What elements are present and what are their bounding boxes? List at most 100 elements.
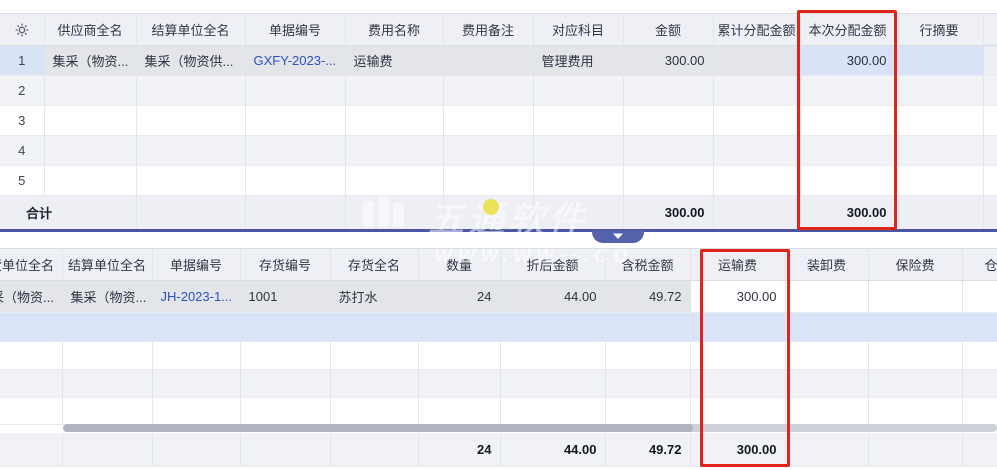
- col-header-doc-no[interactable]: 单据编号: [245, 14, 345, 46]
- cell-unit[interactable]: 采（物资...: [0, 281, 62, 313]
- empty-cell[interactable]: [152, 398, 240, 425]
- empty-cell[interactable]: [800, 166, 895, 196]
- empty-cell[interactable]: [0, 370, 62, 398]
- empty-cell[interactable]: [418, 370, 500, 398]
- empty-cell[interactable]: [418, 313, 500, 342]
- empty-cell[interactable]: [605, 313, 690, 342]
- empty-cell[interactable]: [345, 76, 443, 106]
- empty-cell[interactable]: [345, 106, 443, 136]
- cell-qty[interactable]: 24: [418, 281, 500, 313]
- row-number[interactable]: 5: [0, 166, 44, 196]
- cell-supplier[interactable]: 集采（物资...: [44, 46, 136, 76]
- empty-cell[interactable]: [136, 166, 245, 196]
- empty-cell[interactable]: [895, 166, 983, 196]
- cell-disc-amount[interactable]: 44.00: [500, 281, 605, 313]
- col-header-accum-alloc[interactable]: 累计分配金额: [713, 14, 800, 46]
- col-header-disc-amount[interactable]: 折后金额: [500, 249, 605, 281]
- cell-fee-name[interactable]: 运输费: [345, 46, 443, 76]
- empty-cell[interactable]: [623, 76, 713, 106]
- empty-cell[interactable]: [785, 342, 868, 370]
- empty-cell[interactable]: [785, 398, 868, 425]
- empty-cell[interactable]: [800, 136, 895, 166]
- col-header-subject[interactable]: 对应科目: [533, 14, 623, 46]
- empty-cell[interactable]: [713, 106, 800, 136]
- empty-cell[interactable]: [330, 398, 418, 425]
- empty-cell[interactable]: [895, 106, 983, 136]
- col-header-fee-note[interactable]: 费用备注: [443, 14, 533, 46]
- cell-loading[interactable]: [785, 281, 868, 313]
- empty-cell[interactable]: [800, 106, 895, 136]
- collapse-section-button[interactable]: [592, 230, 644, 243]
- empty-cell[interactable]: [895, 76, 983, 106]
- empty-cell[interactable]: [62, 370, 152, 398]
- col-header-warehouse[interactable]: 仓: [962, 249, 997, 281]
- col-header-qty[interactable]: 数量: [418, 249, 500, 281]
- empty-cell[interactable]: [44, 166, 136, 196]
- row-number[interactable]: 4: [0, 136, 44, 166]
- cell-fee-note[interactable]: [443, 46, 533, 76]
- doc-no-link[interactable]: JH-2023-1...: [152, 281, 240, 313]
- empty-cell[interactable]: [868, 342, 962, 370]
- col-header-loading[interactable]: 装卸费: [785, 249, 868, 281]
- empty-cell[interactable]: [713, 76, 800, 106]
- empty-cell[interactable]: [245, 76, 345, 106]
- cell-subject[interactable]: 管理费用: [533, 46, 623, 76]
- col-header-settle-unit[interactable]: 结算单位全名: [136, 14, 245, 46]
- empty-cell[interactable]: [533, 136, 623, 166]
- empty-cell[interactable]: [62, 398, 152, 425]
- empty-cell[interactable]: [240, 342, 330, 370]
- empty-cell[interactable]: [152, 370, 240, 398]
- empty-cell[interactable]: [330, 370, 418, 398]
- empty-cell[interactable]: [152, 342, 240, 370]
- empty-cell[interactable]: [245, 166, 345, 196]
- empty-cell[interactable]: [62, 313, 152, 342]
- empty-cell[interactable]: [533, 76, 623, 106]
- empty-cell[interactable]: [500, 313, 605, 342]
- empty-cell[interactable]: [533, 106, 623, 136]
- empty-cell[interactable]: [690, 342, 785, 370]
- empty-cell[interactable]: [500, 342, 605, 370]
- empty-cell[interactable]: [418, 398, 500, 425]
- empty-cell[interactable]: [245, 136, 345, 166]
- empty-cell[interactable]: [500, 398, 605, 425]
- empty-cell[interactable]: [136, 76, 245, 106]
- empty-cell[interactable]: [868, 398, 962, 425]
- empty-cell[interactable]: [623, 136, 713, 166]
- empty-cell[interactable]: [713, 136, 800, 166]
- empty-cell[interactable]: [152, 313, 240, 342]
- empty-cell[interactable]: [868, 370, 962, 398]
- empty-cell[interactable]: [345, 136, 443, 166]
- col-header-unit[interactable]: 货单位全名: [0, 249, 62, 281]
- col-header-doc-no[interactable]: 单据编号: [152, 249, 240, 281]
- empty-cell[interactable]: [0, 342, 62, 370]
- col-header-inv-code[interactable]: 存货编号: [240, 249, 330, 281]
- col-header-tax-amount[interactable]: 含税金额: [605, 249, 690, 281]
- empty-cell[interactable]: [605, 398, 690, 425]
- empty-cell[interactable]: [690, 398, 785, 425]
- empty-cell[interactable]: [623, 166, 713, 196]
- empty-cell[interactable]: [44, 136, 136, 166]
- empty-cell[interactable]: [240, 313, 330, 342]
- empty-cell[interactable]: [240, 370, 330, 398]
- empty-cell[interactable]: [500, 370, 605, 398]
- cell-accum-alloc[interactable]: [713, 46, 800, 76]
- cell-inv-code[interactable]: 1001: [240, 281, 330, 313]
- empty-cell[interactable]: [330, 342, 418, 370]
- empty-cell[interactable]: [443, 106, 533, 136]
- empty-cell[interactable]: [690, 313, 785, 342]
- empty-cell[interactable]: [330, 313, 418, 342]
- empty-cell[interactable]: [62, 342, 152, 370]
- col-header-fee-name[interactable]: 费用名称: [345, 14, 443, 46]
- empty-cell[interactable]: [605, 370, 690, 398]
- empty-cell[interactable]: [345, 166, 443, 196]
- empty-cell[interactable]: [44, 76, 136, 106]
- cell-settle-unit[interactable]: 集采（物资供...: [136, 46, 245, 76]
- empty-cell[interactable]: [245, 106, 345, 136]
- cell-this-alloc[interactable]: 300.00: [800, 46, 895, 76]
- empty-cell[interactable]: [44, 106, 136, 136]
- empty-cell[interactable]: [690, 370, 785, 398]
- col-header-row-summary[interactable]: 行摘要: [895, 14, 983, 46]
- empty-cell[interactable]: [785, 370, 868, 398]
- empty-cell[interactable]: [418, 342, 500, 370]
- empty-cell[interactable]: [713, 166, 800, 196]
